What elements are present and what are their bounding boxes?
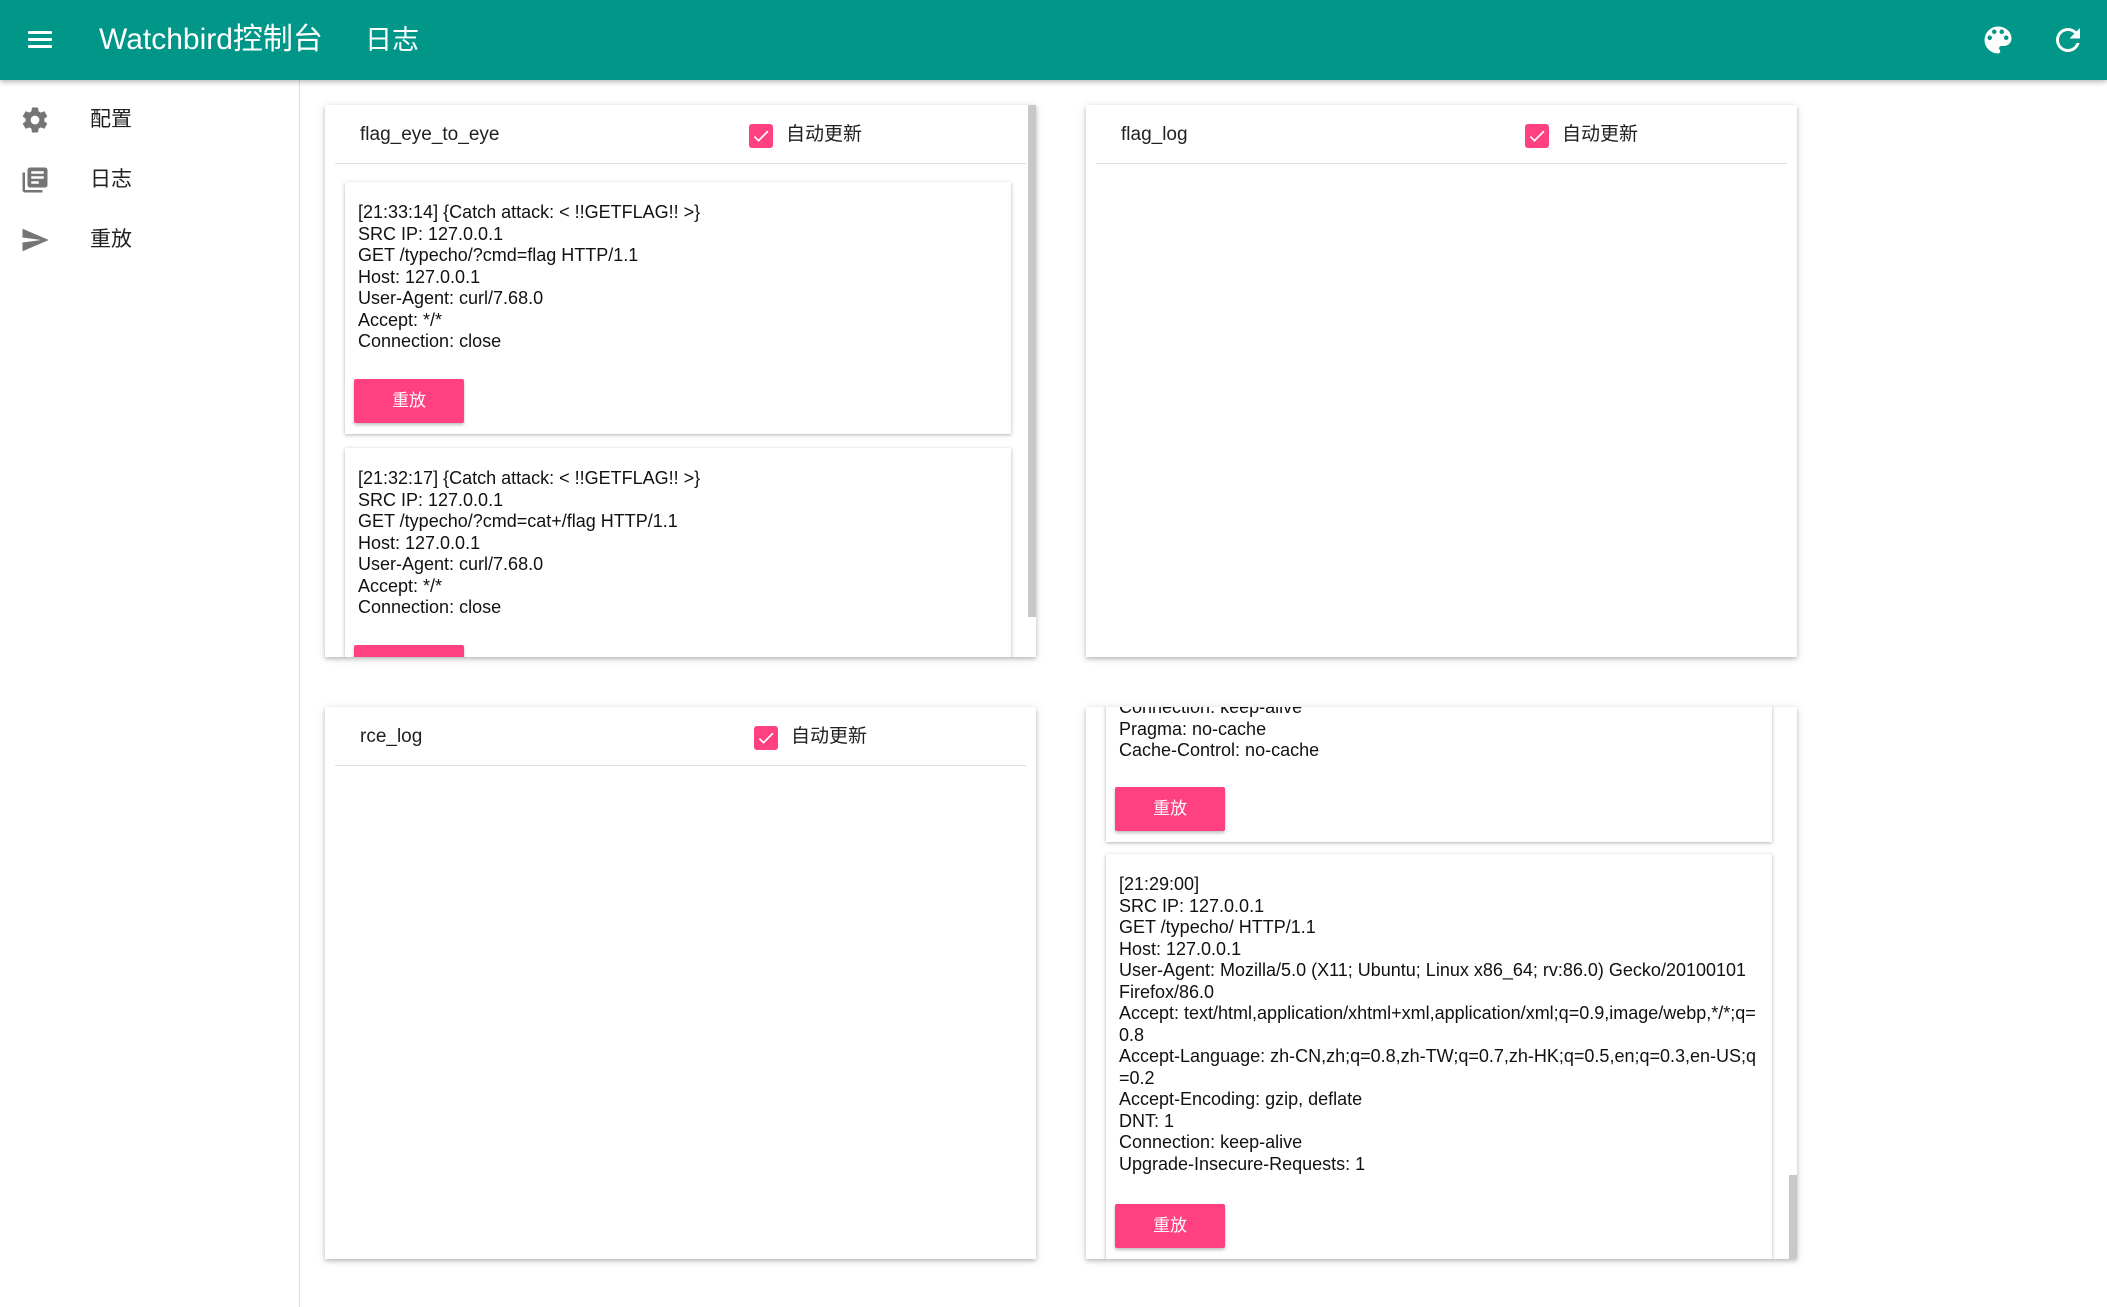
auto-update-checkbox[interactable] [749,124,773,148]
sidebar-item-label: 配置 [90,108,132,131]
replay-button[interactable]: 重放 [354,645,464,657]
auto-update-label: 自动更新 [791,726,868,747]
log-card-scrolled: Connection: keep-alive Pragma: no-cache … [1086,707,1797,1259]
log-entries[interactable] [1096,164,1787,657]
sidebar-item-label: 重放 [90,228,132,251]
log-entry-text: Connection: keep-alive Pragma: no-cache … [1119,707,1320,760]
log-entry: [21:33:14] {Catch attack: < !!GETFLAG!! … [345,182,1011,434]
app-bar: Watchbird控制台 日志 [0,0,2107,80]
sidebar-item-config[interactable]: 配置 [0,89,299,149]
auto-update-label: 自动更新 [786,124,863,145]
log-entry: Connection: keep-alive Pragma: no-cache … [1106,707,1772,842]
auto-update-checkbox[interactable] [1525,124,1549,148]
log-entry-text: [21:32:17] {Catch attack: < !!GETFLAG!! … [358,468,701,617]
app-title: Watchbird控制台 [99,23,323,56]
log-entry-text: [21:33:14] {Catch attack: < !!GETFLAG!! … [358,202,701,351]
sidebar-item-replay[interactable]: 重放 [0,209,299,269]
refresh-icon[interactable] [2050,22,2086,58]
check-icon [758,732,774,744]
scrollbar[interactable] [1789,707,1797,1259]
log-entry: [21:32:17] {Catch attack: < !!GETFLAG!! … [345,448,1011,657]
check-icon [1529,130,1545,142]
sidebar-item-logs[interactable]: 日志 [0,149,299,209]
card-header: rce_log 自动更新 [335,707,1026,766]
card-title: rce_log [360,726,423,747]
replay-button[interactable]: 重放 [1115,1204,1225,1248]
sidebar: 配置 日志 重放 [0,80,300,1307]
auto-update-checkbox[interactable] [754,726,778,750]
card-title: flag_log [1121,124,1188,145]
log-entries[interactable]: [21:33:14] {Catch attack: < !!GETFLAG!! … [335,164,1026,657]
palette-icon[interactable] [1980,22,2016,58]
log-entries[interactable]: Connection: keep-alive Pragma: no-cache … [1096,707,1787,1259]
menu-icon[interactable] [22,22,58,58]
gear-icon [20,105,50,135]
log-entry-text: [21:29:00] SRC IP: 127.0.0.1 GET /typech… [1119,874,1757,1174]
scrollbar-thumb[interactable] [1789,1175,1797,1259]
log-entries[interactable] [335,766,1026,1259]
library-books-icon [20,165,50,195]
send-icon [20,225,50,255]
card-header: flag_log 自动更新 [1096,105,1787,164]
scrollbar[interactable] [1028,105,1036,657]
check-icon [753,130,769,142]
page-title: 日志 [365,25,419,55]
log-card-flag-eye-to-eye: flag_eye_to_eye 自动更新 [21:33:14] {Catch a… [325,105,1036,657]
replay-button[interactable]: 重放 [354,379,464,423]
card-header: flag_eye_to_eye 自动更新 [335,105,1026,164]
log-card-flag-log: flag_log 自动更新 [1086,105,1797,657]
sidebar-item-label: 日志 [90,168,132,191]
log-card-rce-log: rce_log 自动更新 [325,707,1036,1259]
log-entry: [21:29:00] SRC IP: 127.0.0.1 GET /typech… [1106,854,1772,1259]
scrollbar-thumb[interactable] [1028,105,1036,617]
auto-update-label: 自动更新 [1562,124,1639,145]
replay-button[interactable]: 重放 [1115,787,1225,831]
card-title: flag_eye_to_eye [360,124,500,145]
